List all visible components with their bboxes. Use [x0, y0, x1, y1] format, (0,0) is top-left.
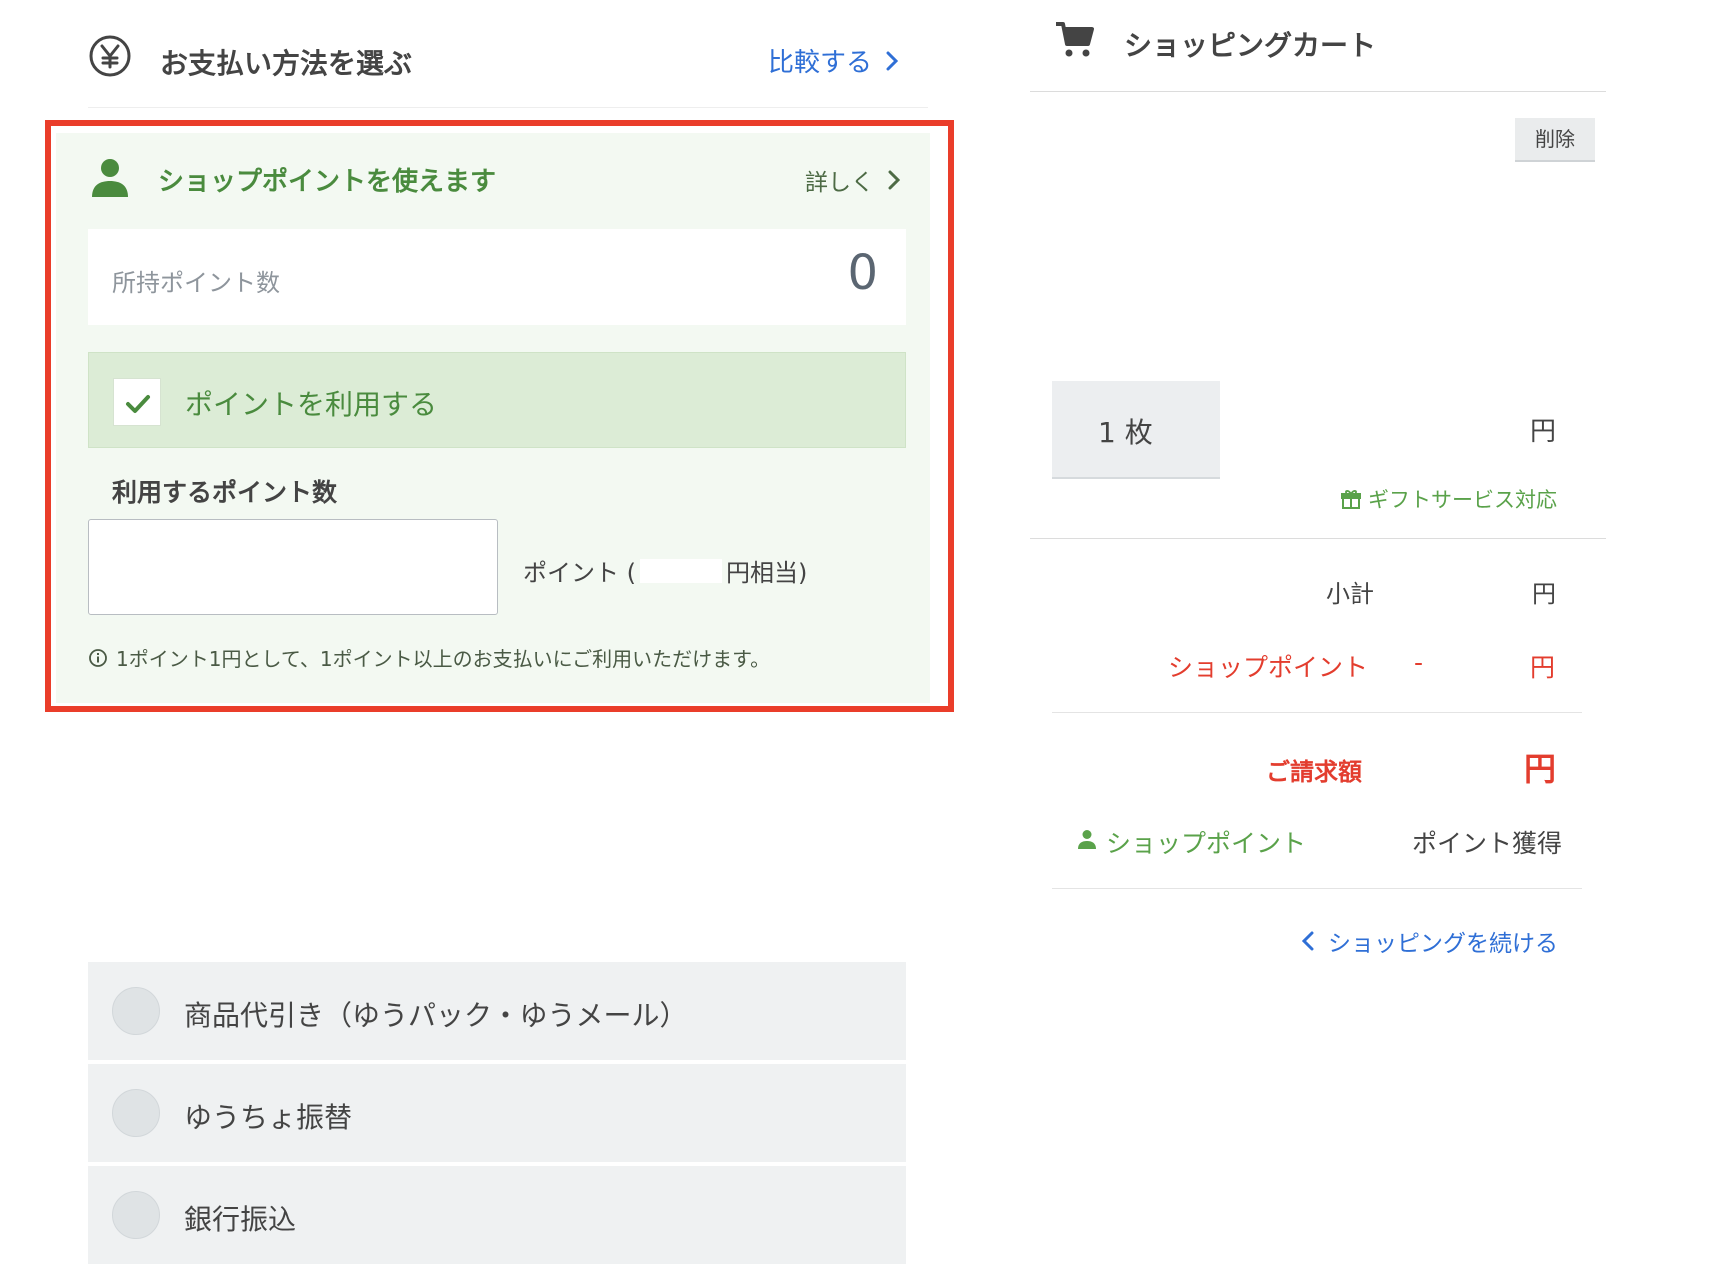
radio-button[interactable] [112, 987, 160, 1035]
points-notice-text: 1ポイント1円として、1ポイント以上のお支払いにご利用いただけます。 [116, 647, 771, 671]
earn-points-value: ポイント獲得 [1412, 829, 1563, 858]
payment-method-title: お支払い方法を選ぶ [160, 47, 413, 80]
chevron-right-icon [888, 170, 900, 190]
subtotal-unit: 円 [1532, 580, 1556, 608]
cart-icon [1056, 22, 1094, 57]
points-equivalent-text: ポイント ( 円相当) [523, 553, 807, 588]
divider [1052, 712, 1582, 713]
payment-option-yucho[interactable]: ゆうちょ振替 [88, 1064, 906, 1162]
billing-amount-label: ご請求額 [1266, 758, 1362, 786]
earn-points-label: ショップポイント [1106, 829, 1307, 858]
points-notice: 1ポイント1円として、1ポイント以上のお支払いにご利用いただけます。 [88, 643, 770, 672]
gift-service-label: ギフトサービス対応 [1340, 484, 1557, 514]
payment-option-label: 商品代引き（ゆうパック・ゆうメール） [184, 999, 688, 1032]
continue-shopping-link[interactable]: ショッピングを続ける [1302, 924, 1558, 958]
owned-points-label: 所持ポイント数 [112, 269, 280, 297]
user-icon [1078, 830, 1096, 849]
shop-point-title: ショップポイントを使えます [158, 167, 497, 197]
details-link-label: 詳しく [805, 170, 874, 196]
use-points-checkbox[interactable] [113, 378, 161, 426]
points-equivalent-suffix: 円相当) [726, 559, 808, 587]
payment-method-header: お支払い方法を選ぶ 比較する [88, 22, 928, 108]
shop-point-discount-label: ショップポイント [1168, 653, 1369, 682]
user-icon [92, 159, 128, 197]
cart-header: ショッピングカート [1030, 0, 1606, 92]
subtotal-label: 小計 [1326, 580, 1374, 608]
continue-shopping-label: ショッピングを続ける [1328, 931, 1558, 957]
check-icon [126, 395, 150, 413]
chevron-right-icon [886, 51, 898, 70]
compare-link[interactable]: 比較する [768, 42, 898, 79]
quantity-box[interactable]: 1 枚 [1052, 381, 1220, 479]
payment-option-label: ゆうちょ振替 [184, 1101, 353, 1134]
gift-service-text: ギフトサービス対応 [1368, 488, 1557, 512]
use-points-checkbox-row[interactable]: ポイントを利用する [88, 352, 906, 448]
chevron-left-icon [1302, 931, 1314, 951]
shop-point-panel: ショップポイントを使えます 詳しく 所持ポイント数 0 ポイントを利用する 利用… [56, 133, 930, 703]
item-price-unit: 円 [1530, 417, 1557, 447]
owned-points-box: 所持ポイント数 0 [88, 229, 906, 325]
quantity-value: 1 枚 [1098, 416, 1153, 449]
divider [1052, 888, 1582, 889]
info-icon [89, 648, 107, 667]
yen-icon [89, 35, 131, 77]
points-equivalent-prefix: ポイント ( [523, 559, 636, 587]
points-amount-input[interactable] [88, 519, 498, 615]
payment-option-bank[interactable]: 銀行振込 [88, 1166, 906, 1264]
owned-points-value: 0 [847, 245, 878, 301]
payment-option-label: 銀行振込 [184, 1203, 297, 1236]
use-points-label: ポイントを利用する [185, 388, 438, 421]
shop-point-discount-minus: - [1414, 648, 1424, 677]
delete-button[interactable]: 削除 [1515, 118, 1595, 162]
payment-option-cod[interactable]: 商品代引き（ゆうパック・ゆうメール） [88, 962, 906, 1060]
radio-button[interactable] [112, 1191, 160, 1239]
billing-amount-unit: 円 [1524, 750, 1557, 788]
gift-icon [1341, 490, 1361, 509]
cart-title: ショッピングカート [1124, 29, 1377, 62]
points-amount-label: 利用するポイント数 [112, 478, 338, 507]
details-link[interactable]: 詳しく [805, 163, 900, 197]
points-equivalent-value [640, 558, 722, 583]
divider [1030, 538, 1606, 539]
compare-link-label: 比較する [767, 48, 872, 78]
shop-point-discount-unit: 円 [1530, 653, 1556, 682]
radio-button[interactable] [112, 1089, 160, 1137]
